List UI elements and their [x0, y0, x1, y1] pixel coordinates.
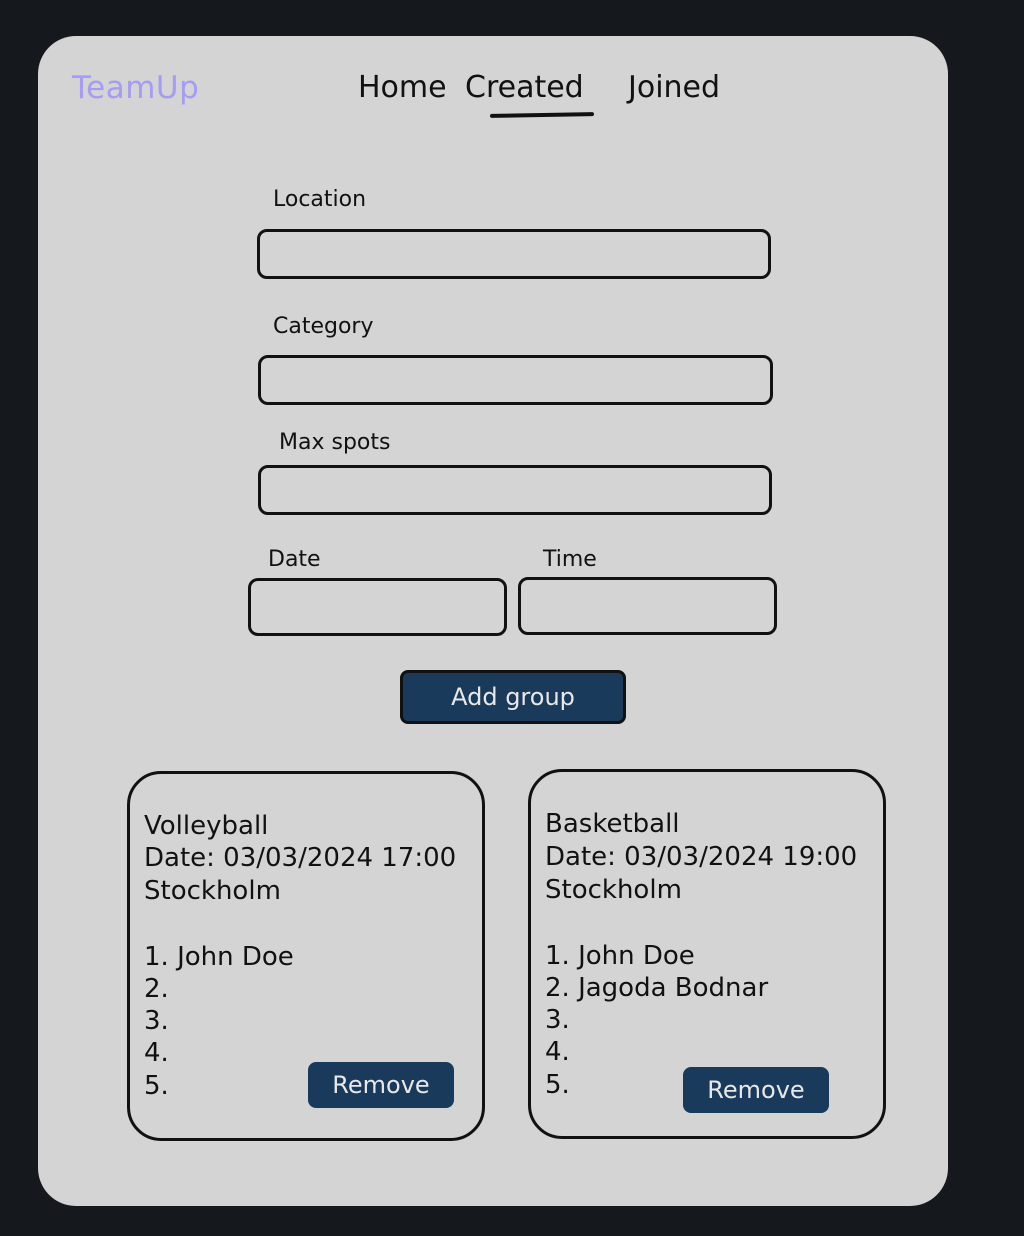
app-logo[interactable]: TeamUp [72, 70, 199, 106]
category-label: Category [273, 314, 374, 339]
location-input[interactable] [257, 229, 771, 279]
nav-created[interactable]: Created [465, 70, 584, 105]
date-label: Date [268, 547, 321, 572]
category-input[interactable] [258, 355, 773, 405]
date-input[interactable] [248, 578, 507, 636]
member-slot-2: 2. [144, 974, 169, 1004]
group-category: Volleyball [144, 811, 269, 841]
group-datetime: Date: 03/03/2024 19:00 [545, 842, 858, 872]
max-spots-input[interactable] [258, 465, 772, 515]
group-category: Basketball [545, 809, 680, 839]
time-input[interactable] [518, 577, 777, 635]
member-slot-5: 5. [545, 1070, 570, 1100]
location-label: Location [273, 187, 367, 212]
max-spots-label: Max spots [279, 430, 391, 455]
group-location: Stockholm [144, 876, 281, 906]
member-slot-3: 3. [144, 1006, 169, 1036]
time-label: Time [543, 547, 597, 572]
member-slot-3: 3. [545, 1005, 570, 1035]
remove-group-button[interactable]: Remove [308, 1062, 454, 1108]
add-group-button[interactable]: Add group [400, 670, 626, 724]
nav-home[interactable]: Home [358, 70, 447, 105]
group-datetime: Date: 03/03/2024 17:00 [144, 843, 457, 873]
member-slot-1: 1. John Doe [144, 942, 294, 972]
member-slot-2: 2. Jagoda Bodnar [545, 973, 769, 1003]
member-slot-5: 5. [144, 1071, 169, 1101]
nav-joined[interactable]: Joined [628, 70, 720, 105]
member-slot-4: 4. [144, 1038, 169, 1068]
member-slot-4: 4. [545, 1037, 570, 1067]
remove-group-button[interactable]: Remove [683, 1067, 829, 1113]
member-slot-1: 1. John Doe [545, 941, 695, 971]
group-location: Stockholm [545, 875, 682, 905]
